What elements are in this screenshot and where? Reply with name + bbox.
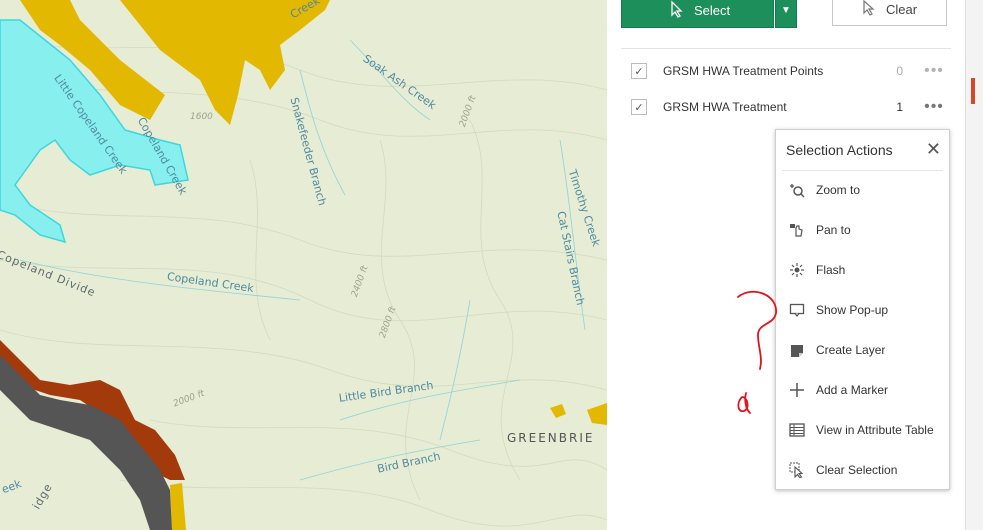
action-label: Clear Selection bbox=[816, 463, 898, 477]
select-dropdown-button[interactable]: ▼ bbox=[775, 0, 797, 28]
zoom-to-icon bbox=[788, 181, 806, 199]
select-button-label: Select bbox=[694, 2, 731, 18]
layer-name: GRSM HWA Treatment Points bbox=[663, 64, 824, 78]
selection-actions-title: Selection Actions bbox=[786, 142, 893, 158]
action-label: View in Attribute Table bbox=[816, 423, 934, 437]
attribute-table-icon bbox=[788, 421, 806, 439]
clear-selection-icon bbox=[862, 0, 876, 19]
action-label: Flash bbox=[816, 263, 846, 277]
map-contour-1600: 1600 bbox=[190, 112, 213, 122]
caret-down-icon: ▼ bbox=[781, 4, 791, 16]
layer-checkbox[interactable]: ✓ bbox=[631, 99, 647, 115]
clear-button-label: Clear bbox=[885, 1, 918, 17]
layer-selected-count: 1 bbox=[896, 100, 903, 114]
layer-selected-count: 0 bbox=[896, 64, 903, 78]
close-icon[interactable]: ✕ bbox=[926, 139, 941, 160]
action-zoom-to[interactable]: Zoom to bbox=[776, 170, 949, 210]
layer-name: GRSM HWA Treatment bbox=[663, 100, 787, 114]
select-cursor-icon bbox=[662, 0, 692, 21]
action-label: Pan to bbox=[816, 223, 851, 237]
action-create-layer[interactable]: Create Layer bbox=[776, 330, 949, 370]
map-canvas bbox=[0, 0, 607, 530]
side-panel-marker bbox=[971, 78, 975, 104]
create-layer-icon bbox=[788, 341, 806, 359]
action-add-marker[interactable]: Add a Marker bbox=[776, 370, 949, 410]
action-clear-selection[interactable]: Clear Selection bbox=[776, 450, 949, 490]
flash-icon bbox=[788, 261, 806, 279]
action-label: Show Pop-up bbox=[816, 303, 889, 317]
selection-actions-menu: Selection Actions ✕ Zoom to Pan to Flash… bbox=[775, 129, 950, 490]
action-view-attribute-table[interactable]: View in Attribute Table bbox=[776, 410, 949, 450]
action-show-popup[interactable]: Show Pop-up bbox=[776, 290, 949, 330]
add-marker-icon bbox=[788, 381, 806, 399]
pan-to-icon bbox=[788, 221, 806, 239]
clear-button[interactable]: Clear bbox=[832, 0, 947, 26]
action-pan-to[interactable]: Pan to bbox=[776, 210, 949, 250]
select-button[interactable]: Select bbox=[621, 0, 774, 28]
action-label: Add a Marker bbox=[816, 383, 889, 397]
layer-row[interactable]: ✓ GRSM HWA Treatment Points 0 ••• bbox=[621, 56, 951, 86]
clear-selection-icon bbox=[788, 461, 806, 479]
layer-checkbox[interactable]: ✓ bbox=[631, 63, 647, 79]
action-label: Zoom to bbox=[816, 183, 861, 197]
action-flash[interactable]: Flash bbox=[776, 250, 949, 290]
map-view[interactable]: Creek Soak Ash Creek Little Copeland Cre… bbox=[0, 0, 607, 530]
more-options-icon[interactable]: ••• bbox=[917, 98, 951, 116]
more-options-icon[interactable]: ••• bbox=[917, 62, 951, 80]
divider bbox=[621, 48, 951, 49]
layer-row[interactable]: ✓ GRSM HWA Treatment 1 ••• bbox=[621, 92, 951, 122]
popup-icon bbox=[788, 301, 806, 319]
map-label-greenbrier: GREENBRIE bbox=[507, 431, 595, 445]
action-label: Create Layer bbox=[816, 343, 886, 357]
annotation-question-mark bbox=[737, 290, 777, 414]
